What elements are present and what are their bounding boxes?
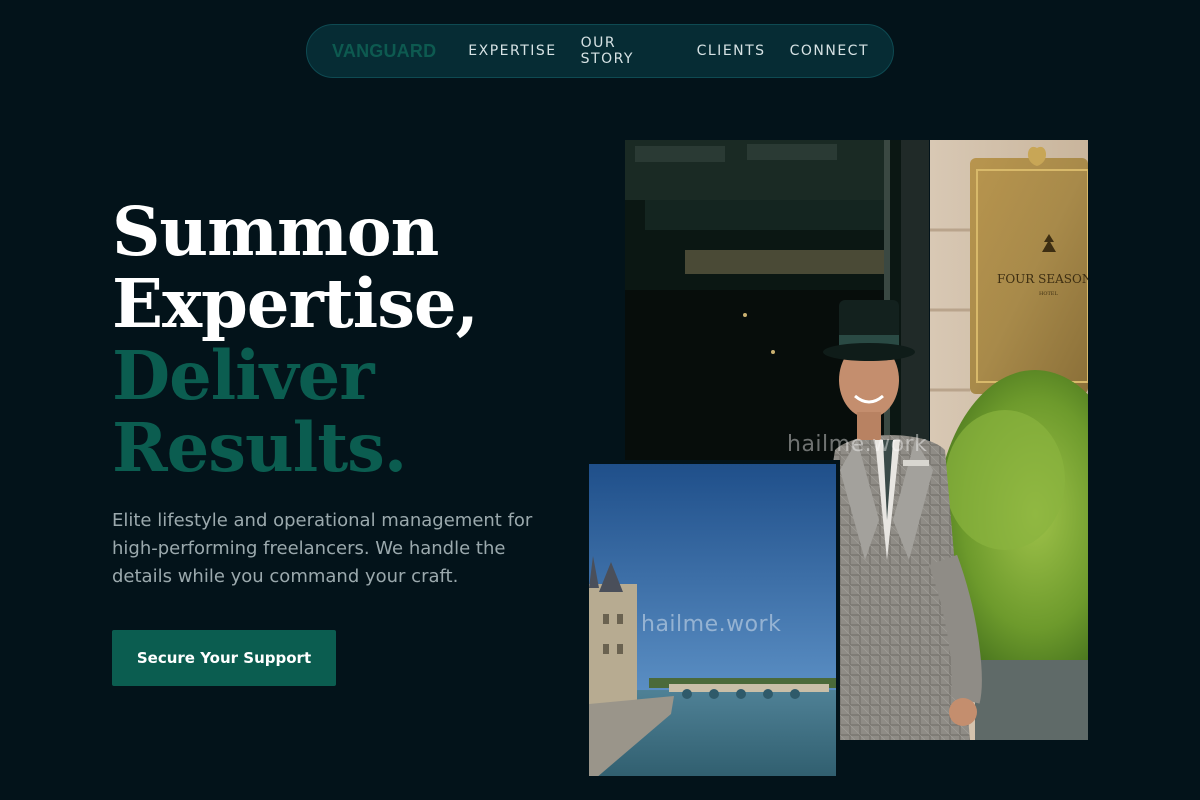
top-nav: VANGUARD EXPERTISE OUR STORY CLIENTS CON…: [306, 24, 894, 78]
river-photo: hailme.work: [585, 460, 840, 780]
headline-line-4: Results.: [112, 408, 407, 487]
watermark-text-small: hailme.work: [641, 612, 782, 637]
watermark-text: hailme.work: [787, 432, 928, 457]
svg-text:FOUR SEASONS: FOUR SEASONS: [997, 272, 1088, 286]
headline-line-3: Deliver: [112, 336, 374, 415]
headline-line-2: Expertise,: [112, 264, 479, 343]
nav-link-our-story[interactable]: OUR STORY: [581, 35, 673, 67]
nav-link-connect[interactable]: CONNECT: [790, 43, 869, 59]
brand-logo[interactable]: VANGUARD: [332, 41, 436, 62]
nav-link-expertise[interactable]: EXPERTISE: [468, 43, 556, 59]
hero-tagline: Elite lifestyle and operational manageme…: [112, 510, 533, 587]
secure-support-button[interactable]: Secure Your Support: [112, 630, 336, 686]
hero-headline: Summon Expertise, Deliver Results.: [112, 192, 479, 487]
landing-page: VANGUARD EXPERTISE OUR STORY CLIENTS CON…: [0, 0, 1200, 800]
headline-line-1: Summon: [112, 192, 439, 271]
nav-link-clients[interactable]: CLIENTS: [697, 43, 766, 59]
svg-text:HOTEL: HOTEL: [1039, 291, 1058, 297]
